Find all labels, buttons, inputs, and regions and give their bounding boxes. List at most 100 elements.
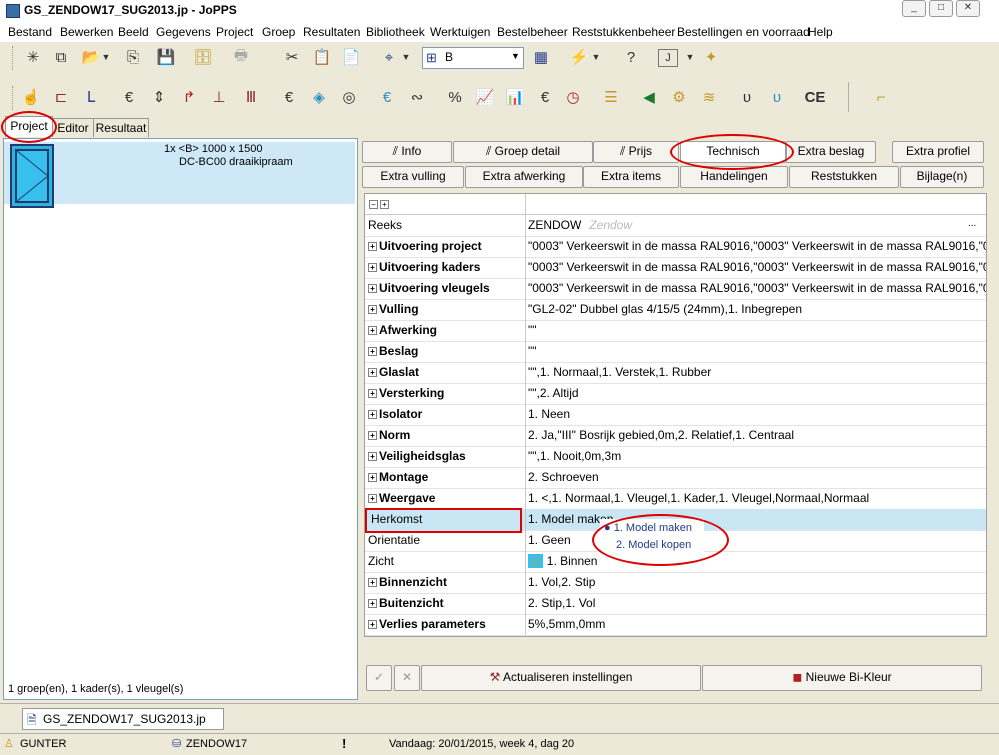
grid-row[interactable]: + Norm 2. Ja,"III" Bosrijk gebied,0m,2. Re… [365, 425, 986, 447]
menu-reststukkenbeheer[interactable]: Reststukkenbeheer [572, 25, 675, 39]
grid-row[interactable]: + Veiligheidsglas "",1. Nooit,0m,3m [365, 446, 986, 468]
property-value[interactable]: "" [528, 344, 537, 358]
angle-icon[interactable]: Ⅼ [80, 86, 102, 108]
euro-glass-icon[interactable]: € [376, 86, 398, 108]
u-profile-icon[interactable]: ᴜ [736, 86, 758, 108]
bar-chart-icon[interactable]: 📊 [504, 86, 526, 108]
grid-row[interactable]: + Buitenzicht 2. Stip,1. Vol [365, 593, 986, 615]
link-icon[interactable]: ∾ [406, 86, 428, 108]
expand-icon[interactable]: + [368, 410, 377, 420]
menu-resultaten[interactable]: Resultaten [303, 25, 360, 39]
clipboard-icon[interactable]: 📄 [340, 46, 362, 68]
flag-icon[interactable]: ⌐ [870, 86, 892, 108]
expand-icon[interactable]: + [368, 431, 377, 441]
tab-extra-beslag[interactable]: Extra beslag [786, 141, 876, 163]
expand-icon[interactable]: + [368, 494, 377, 504]
tab-reststukken[interactable]: Reststukken [789, 166, 899, 188]
tab-prijs[interactable]: ⫽ Prijs [593, 141, 679, 163]
tab-info[interactable]: ⫽ Info [362, 141, 452, 163]
tab-extra-afwerking[interactable]: Extra afwerking [465, 166, 583, 188]
cut-icon[interactable]: ✂ [281, 46, 303, 68]
expand-icon[interactable]: + [368, 242, 377, 252]
property-value[interactable]: 2. Ja,"III" Bosrijk gebied,0m,2. Relatie… [528, 428, 794, 442]
gear-icon[interactable]: ⚙ [668, 86, 690, 108]
property-value[interactable]: "0003" Verkeerswit in de massa RAL9016,"… [528, 239, 986, 253]
property-value[interactable]: ZENDOW Zendow... [528, 218, 976, 232]
open-folder-icon[interactable]: 📂 [80, 46, 102, 68]
u-glass-icon[interactable]: ᴜ [766, 86, 788, 108]
j-icon[interactable]: J [658, 49, 678, 67]
grid-row[interactable]: + Glaslat "",1. Normaal,1. Verstek,1. Rubb… [365, 362, 986, 384]
archive-icon[interactable]: 🗄 [192, 46, 214, 68]
grid-multi-icon[interactable]: ▦ [530, 46, 552, 68]
help-pointer-icon[interactable]: ? [620, 46, 642, 68]
toolbar-grip[interactable] [12, 86, 16, 110]
cancel-button[interactable]: ✕ [394, 665, 420, 691]
tab-editor[interactable]: Editor [52, 118, 94, 137]
minimize-button[interactable]: _ [902, 0, 926, 17]
confirm-button[interactable]: ✓ [366, 665, 392, 691]
select-icon[interactable]: ⌖ [378, 46, 400, 68]
chevron-down-icon[interactable]: ▼ [590, 46, 602, 68]
barrel-icon[interactable]: ◎ [338, 86, 360, 108]
expand-icon[interactable]: + [368, 326, 377, 336]
dimension-icon[interactable]: ⇕ [148, 86, 170, 108]
property-value[interactable]: "",1. Nooit,0m,3m [528, 449, 621, 463]
menu-bestand[interactable]: Bestand [8, 25, 52, 39]
expand-icon[interactable]: + [368, 368, 377, 378]
percent-icon[interactable]: % [444, 86, 466, 108]
menu-help[interactable]: Help [808, 25, 833, 39]
stack-icon[interactable]: ≋ [698, 86, 720, 108]
expand-all-icon[interactable]: + [380, 200, 389, 209]
grid-row[interactable]: + Isolator 1. Neen [365, 404, 986, 426]
euro-table-icon[interactable]: € [534, 86, 556, 108]
grid-row[interactable]: + Vulling "GL2-02" Dubbel glas 4/15/5 (24m… [365, 299, 986, 321]
grid-row[interactable]: + Afwerking "" [365, 320, 986, 342]
tab-extra-profiel[interactable]: Extra profiel [892, 141, 984, 163]
euro-profile-icon[interactable]: € [118, 86, 140, 108]
update-settings-button[interactable]: ⚒ Actualiseren instellingen [421, 665, 701, 691]
property-value[interactable]: 5%,5mm,0mm [528, 617, 605, 631]
grid-row[interactable]: + Verlies parameters 5%,5mm,0mm [365, 614, 986, 636]
property-value[interactable]: "",1. Normaal,1. Verstek,1. Rubber [528, 365, 711, 379]
profile-icon[interactable]: ⊏ [50, 86, 72, 108]
grid-row[interactable]: + Binnenzicht 1. Vol,2. Stip [365, 572, 986, 594]
expand-icon[interactable]: + [368, 599, 377, 609]
hand-icon[interactable]: ☝ [20, 86, 42, 108]
line-chart-icon[interactable]: 📈 [474, 86, 496, 108]
magic-wand-icon[interactable]: ✦ [700, 46, 722, 68]
property-value[interactable]: 1. Geen [528, 533, 571, 547]
menu-werktuigen[interactable]: Werktuigen [430, 25, 490, 39]
glass-stand-icon[interactable]: ⊥ [208, 86, 230, 108]
property-value[interactable]: 1. Vol,2. Stip [528, 575, 595, 589]
property-value[interactable]: ♙ 1. Binnen [528, 554, 597, 568]
grid-row[interactable]: + Montage 2. Schroeven [365, 467, 986, 489]
arrow-left-icon[interactable]: ◀ [638, 86, 660, 108]
maximize-button[interactable]: □ [929, 0, 953, 17]
expand-icon[interactable]: + [368, 389, 377, 399]
property-value[interactable]: 2. Stip,1. Vol [528, 596, 595, 610]
menu-bibliotheek[interactable]: Bibliotheek [366, 25, 425, 39]
paste-icon[interactable]: 📋 [311, 46, 333, 68]
document-tab[interactable]: 🗎 GS_ZENDOW17_SUG2013.jp [22, 708, 224, 730]
property-value[interactable]: 1. <,1. Normaal,1. Vleugel,1. Kader,1. V… [528, 491, 869, 505]
property-value[interactable]: "0003" Verkeerswit in de massa RAL9016,"… [528, 260, 986, 274]
tab-extra-items[interactable]: Extra items [583, 166, 679, 188]
filter-icon[interactable]: ⎘ [122, 46, 144, 68]
lightning-icon[interactable]: ⚡ [568, 46, 590, 68]
tab-resultaat[interactable]: Resultaat [93, 118, 149, 137]
property-value[interactable]: "",2. Altijd [528, 386, 579, 400]
ce-icon[interactable]: CE [804, 86, 826, 108]
toolbar-grip[interactable] [12, 46, 16, 70]
group-combo[interactable]: ⊞ B ▼ [422, 47, 524, 69]
grid-row[interactable]: + Versterking "",2. Altijd [365, 383, 986, 405]
new-color-button[interactable]: ◼ Nieuwe Bi-Kleur [702, 665, 982, 691]
clock-icon[interactable]: ◷ [562, 86, 584, 108]
expand-icon[interactable]: + [368, 620, 377, 630]
chevron-down-icon[interactable]: ▼ [400, 46, 412, 68]
euro-cylinder-icon[interactable]: € [278, 86, 300, 108]
grid-row[interactable]: + Uitvoering kaders "0003" Verkeerswit in … [365, 257, 986, 279]
tab-groep-detail[interactable]: ⫽ Groep detail [453, 141, 593, 163]
corner-icon[interactable]: ↱ [178, 86, 200, 108]
chevron-down-icon[interactable]: ▼ [100, 46, 112, 68]
